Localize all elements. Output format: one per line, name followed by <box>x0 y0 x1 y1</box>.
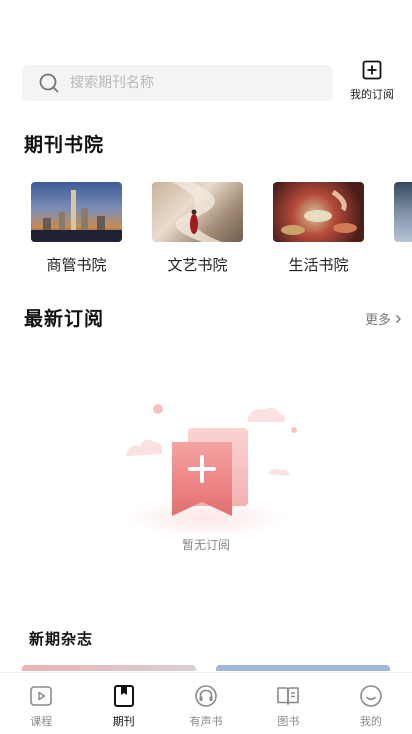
my-subscription-label: 我的订阅 <box>350 88 394 101</box>
academy-label: 生活书院 <box>288 256 349 274</box>
academy-item-business[interactable]: 商管书院 <box>31 182 122 275</box>
empty-subscription-illustration <box>116 398 300 538</box>
open-book-icon <box>277 687 300 705</box>
academy-item-life[interactable]: 生活书院 <box>273 182 364 275</box>
search-icon <box>38 72 60 94</box>
magazine-cover[interactable] <box>216 665 390 671</box>
headphones-icon <box>195 685 217 707</box>
my-subscription-button[interactable]: 我的订阅 <box>346 60 398 102</box>
tab-label: 课程 <box>30 715 53 728</box>
academy-list: 商管书院 文艺书院 生活书院 指 <box>0 182 412 282</box>
tab-label: 我的 <box>359 715 382 728</box>
search-row: 我的订阅 <box>22 60 398 104</box>
more-link[interactable]: 更多 <box>365 309 402 328</box>
tab-label: 有声书 <box>189 715 223 728</box>
chevron-right-icon <box>396 314 401 323</box>
new-magazines-title: 新期杂志 <box>29 630 94 648</box>
academy-thumbnail <box>394 182 412 242</box>
tab-journals[interactable]: 期刊 <box>82 673 164 734</box>
tab-courses[interactable]: 课程 <box>0 673 82 734</box>
academy-item-arts[interactable]: 文艺书院 <box>152 182 243 275</box>
tab-profile[interactable]: 我的 <box>330 673 412 734</box>
play-video-icon <box>30 686 53 706</box>
smile-face-icon <box>360 685 382 707</box>
search-box[interactable] <box>22 65 333 101</box>
new-magazine-list <box>0 665 412 671</box>
empty-subscription-text: 暂无订阅 <box>181 538 230 552</box>
academy-thumbnail <box>273 182 364 242</box>
academy-section-title: 期刊书院 <box>24 134 105 156</box>
academy-thumbnail <box>152 182 243 242</box>
academy-label: 商管书院 <box>46 256 107 274</box>
more-label: 更多 <box>364 313 391 328</box>
academy-item-partial[interactable]: 指 <box>394 182 412 275</box>
tab-audiobooks[interactable]: 有声书 <box>165 673 247 734</box>
tab-books[interactable]: 图书 <box>247 673 329 734</box>
bookmark-book-icon <box>113 685 134 707</box>
latest-section-title: 最新订阅 <box>24 308 105 330</box>
academy-label: 文艺书院 <box>167 256 228 274</box>
bottom-tab-bar: 课程 期刊 有声书 图书 我的 <box>0 672 412 734</box>
search-input[interactable] <box>70 75 310 91</box>
add-subscription-icon <box>362 60 382 80</box>
tab-label: 期刊 <box>112 715 135 728</box>
academy-label: 指 <box>394 254 412 275</box>
tab-label: 图书 <box>277 715 300 728</box>
magazine-cover[interactable] <box>22 665 196 671</box>
academy-thumbnail <box>31 182 122 242</box>
